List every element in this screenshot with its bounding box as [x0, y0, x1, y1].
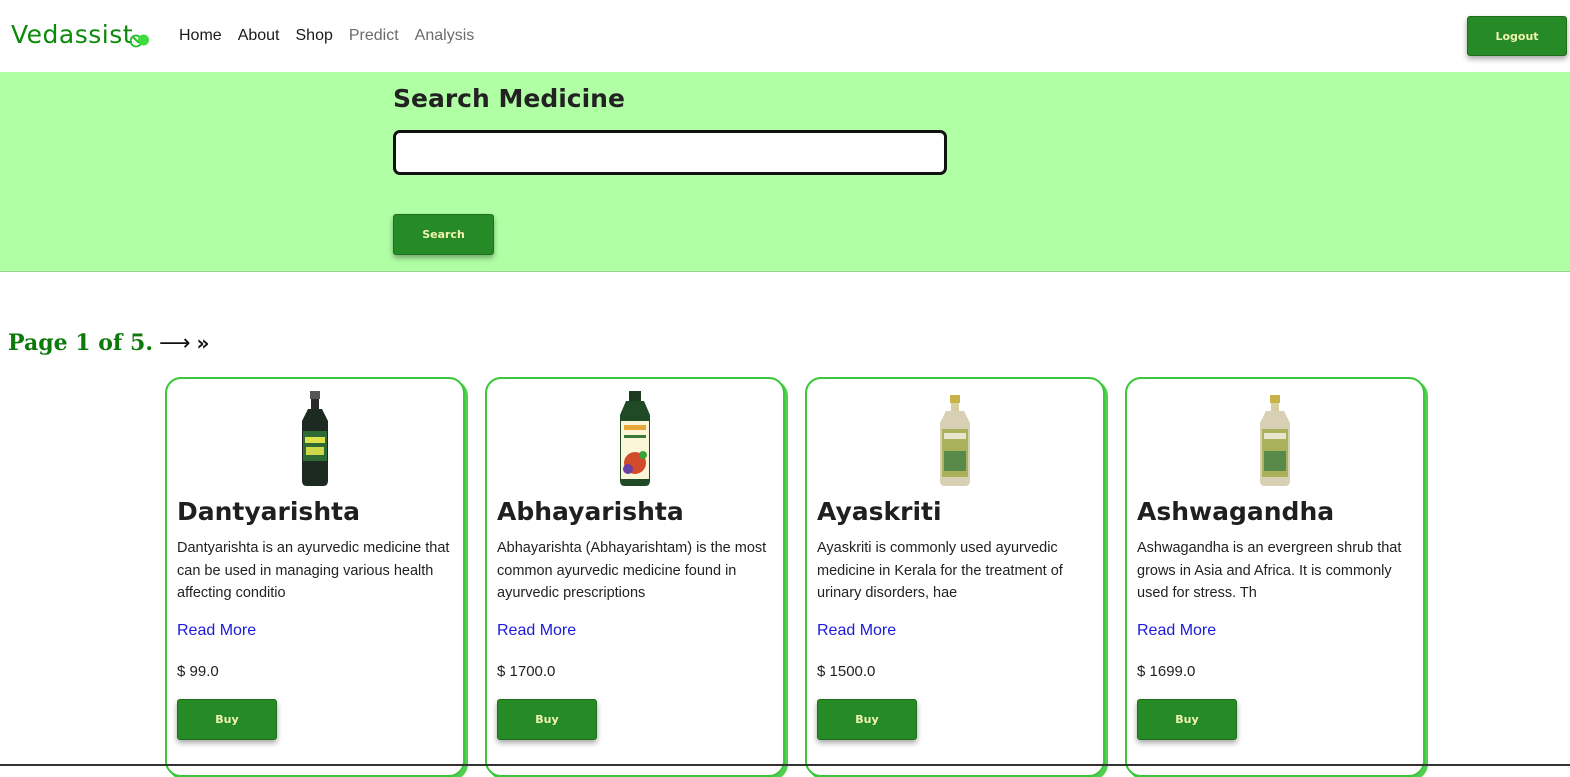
nav-predict[interactable]: Predict	[349, 27, 399, 45]
read-more-link[interactable]: Read More	[1137, 622, 1216, 640]
next-page-arrow[interactable]: ⟶	[159, 331, 191, 356]
product-name: Dantyarishta	[177, 497, 360, 526]
product-price: $ 99.0	[177, 663, 219, 680]
page-indicator: Page 1 of 5.	[8, 330, 153, 356]
buy-button[interactable]: Buy	[177, 699, 277, 740]
read-more-link[interactable]: Read More	[177, 622, 256, 640]
read-more-link[interactable]: Read More	[817, 622, 896, 640]
product-card: Abhayarishta Abhayarishta (Abhayarishtam…	[485, 377, 785, 777]
nav-home[interactable]: Home	[179, 27, 222, 45]
search-section: Search Medicine Search	[0, 72, 1570, 272]
nav-about[interactable]: About	[238, 27, 280, 45]
search-title: Search Medicine	[393, 84, 625, 113]
product-price: $ 1699.0	[1137, 663, 1196, 680]
pagination: Page 1 of 5. ⟶ »	[8, 330, 209, 356]
search-input[interactable]	[393, 130, 947, 175]
nav-analysis[interactable]: Analysis	[415, 27, 475, 45]
buy-button[interactable]: Buy	[497, 699, 597, 740]
last-page-link[interactable]: »	[197, 331, 210, 355]
buy-button[interactable]: Buy	[817, 699, 917, 740]
amber-bottle-image	[1260, 395, 1290, 486]
read-more-link[interactable]: Read More	[497, 622, 576, 640]
amber-bottle-image	[940, 395, 970, 486]
capsule-icon	[130, 34, 149, 48]
product-description: Ashwagandha is an evergreen shrub that g…	[1137, 540, 1402, 601]
brand-logo[interactable]: Vedassist	[11, 20, 133, 49]
green-bottle-image	[620, 391, 650, 486]
product-card: Dantyarishta Dantyarishta is an ayurvedi…	[165, 377, 465, 777]
product-price: $ 1700.0	[497, 663, 556, 680]
product-card: Ashwagandha Ashwagandha is an evergreen …	[1125, 377, 1425, 777]
product-name: Ashwagandha	[1137, 497, 1335, 526]
buy-button[interactable]: Buy	[1137, 699, 1237, 740]
nav-shop[interactable]: Shop	[296, 27, 333, 45]
product-card: Ayaskriti Ayaskriti is commonly used ayu…	[805, 377, 1105, 777]
product-description: Dantyarishta is an ayurvedic medicine th…	[177, 540, 450, 601]
product-description: Ayaskriti is commonly used ayurvedic med…	[817, 540, 1063, 601]
dark-bottle-image	[302, 391, 328, 486]
navbar: Vedassist Home About Shop Predict Analys…	[0, 0, 1570, 72]
product-name: Ayaskriti	[817, 497, 942, 526]
product-price: $ 1500.0	[817, 663, 876, 680]
product-description: Abhayarishta (Abhayarishtam) is the most…	[497, 540, 767, 601]
logout-button[interactable]: Logout	[1467, 16, 1567, 56]
product-name: Abhayarishta	[497, 497, 684, 526]
search-button[interactable]: Search	[393, 214, 494, 255]
nav-links: Home About Shop Predict Analysis	[179, 27, 490, 45]
